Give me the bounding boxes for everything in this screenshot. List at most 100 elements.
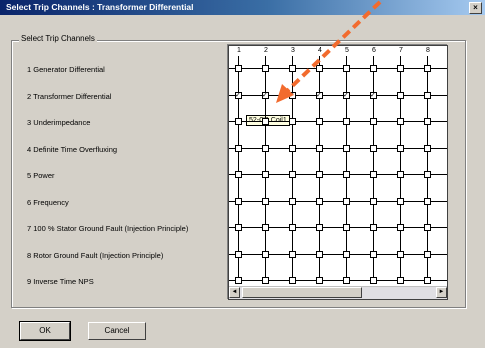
- trip-checkbox[interactable]: [370, 65, 377, 72]
- row-label: 5 Power: [27, 171, 55, 180]
- trip-checkbox[interactable]: [316, 250, 323, 258]
- trip-checkbox[interactable]: [235, 277, 242, 284]
- trip-checkbox[interactable]: [397, 144, 404, 152]
- horizontal-scrollbar[interactable]: ◄ ►: [229, 286, 447, 299]
- trip-checkbox[interactable]: [343, 91, 350, 99]
- trip-checkbox[interactable]: [262, 224, 269, 231]
- column-number: 7: [399, 47, 403, 54]
- trip-checkbox[interactable]: [343, 197, 350, 205]
- row-label: 8 Rotor Ground Fault (Injection Principl…: [27, 250, 164, 260]
- trip-checkbox[interactable]: [370, 118, 377, 125]
- trip-checkbox[interactable]: [316, 277, 323, 284]
- trip-checkbox[interactable]: [397, 118, 404, 125]
- row-label: 7 100 % Stator Ground Fault (Injection P…: [27, 224, 189, 233]
- trip-checkbox[interactable]: [424, 171, 431, 178]
- trip-checkbox[interactable]: [370, 171, 377, 178]
- scroll-left-icon[interactable]: ◄: [229, 287, 240, 298]
- trip-checkbox[interactable]: [316, 171, 323, 178]
- column-number: 3: [291, 47, 295, 54]
- row-label: 2 Transformer Differential: [27, 91, 112, 101]
- trip-matrix: 52-CB Coil1 ◄ ► 12345678: [228, 45, 448, 300]
- ok-button[interactable]: OK: [19, 321, 71, 341]
- trip-checkbox[interactable]: [262, 250, 269, 258]
- trip-checkbox[interactable]: [289, 118, 296, 125]
- title-bar: Select Trip Channels : Transformer Diffe…: [0, 0, 485, 15]
- trip-checkbox[interactable]: [235, 224, 242, 231]
- window-title: Select Trip Channels : Transformer Diffe…: [6, 2, 194, 12]
- trip-checkbox[interactable]: [397, 171, 404, 178]
- trip-checkbox[interactable]: [424, 144, 431, 152]
- column-number: 4: [318, 47, 322, 54]
- trip-checkbox[interactable]: [424, 65, 431, 72]
- trip-checkbox[interactable]: [424, 91, 431, 99]
- trip-checkbox[interactable]: [370, 250, 377, 258]
- scroll-thumb[interactable]: [242, 287, 362, 298]
- trip-checkbox[interactable]: [289, 65, 296, 72]
- trip-checkbox[interactable]: [262, 65, 269, 72]
- column-number: 8: [426, 47, 430, 54]
- trip-checkbox[interactable]: [235, 91, 242, 99]
- scroll-right-icon[interactable]: ►: [436, 287, 447, 298]
- trip-checkbox[interactable]: [316, 197, 323, 205]
- trip-checkbox[interactable]: [397, 224, 404, 231]
- row-label: 6 Frequency: [27, 197, 69, 207]
- trip-checkbox[interactable]: [235, 171, 242, 178]
- trip-checkbox[interactable]: [370, 91, 377, 99]
- trip-checkbox[interactable]: [397, 277, 404, 284]
- trip-checkbox[interactable]: [262, 171, 269, 178]
- cancel-button[interactable]: Cancel: [88, 322, 146, 340]
- trip-checkbox[interactable]: [289, 250, 296, 258]
- trip-checkbox[interactable]: [343, 118, 350, 125]
- trip-checkbox[interactable]: [370, 144, 377, 152]
- trip-checkbox[interactable]: [235, 250, 242, 258]
- trip-checkbox[interactable]: [343, 250, 350, 258]
- row-label: 4 Definite Time Overfluxing: [27, 144, 118, 154]
- trip-checkbox[interactable]: [262, 277, 269, 284]
- trip-checkbox[interactable]: [316, 91, 323, 99]
- trip-checkbox[interactable]: [235, 65, 242, 72]
- trip-checkbox[interactable]: [289, 197, 296, 205]
- trip-checkbox[interactable]: [397, 250, 404, 258]
- trip-checkbox[interactable]: [424, 250, 431, 258]
- column-number: 5: [345, 47, 349, 54]
- trip-checkbox[interactable]: [343, 65, 350, 72]
- trip-checkbox[interactable]: [370, 197, 377, 205]
- trip-checkbox[interactable]: [424, 277, 431, 284]
- trip-checkbox[interactable]: [235, 144, 242, 152]
- column-number: 2: [264, 47, 268, 54]
- trip-checkbox[interactable]: [370, 277, 377, 284]
- trip-checkbox[interactable]: [397, 65, 404, 72]
- trip-checkbox[interactable]: [424, 197, 431, 205]
- trip-checkbox[interactable]: [262, 91, 269, 99]
- column-number: 6: [372, 47, 376, 54]
- trip-checkbox[interactable]: [343, 224, 350, 231]
- trip-checkbox[interactable]: [316, 144, 323, 152]
- trip-checkbox[interactable]: [289, 171, 296, 178]
- trip-checkbox[interactable]: [370, 224, 377, 231]
- group-label: Select Trip Channels: [19, 34, 97, 43]
- trip-checkbox[interactable]: [289, 91, 296, 99]
- trip-checkbox[interactable]: [397, 197, 404, 205]
- trip-checkbox[interactable]: [316, 65, 323, 72]
- trip-checkbox[interactable]: [235, 118, 242, 125]
- trip-checkbox[interactable]: [262, 118, 269, 125]
- row-label: 9 Inverse Time NPS: [27, 277, 94, 286]
- trip-checkbox[interactable]: [289, 224, 296, 231]
- trip-checkbox[interactable]: [424, 118, 431, 125]
- trip-checkbox[interactable]: [289, 277, 296, 284]
- trip-checkbox[interactable]: [343, 144, 350, 152]
- trip-checkbox[interactable]: [397, 91, 404, 99]
- trip-checkbox[interactable]: [424, 224, 431, 231]
- trip-checkbox[interactable]: [316, 224, 323, 231]
- close-icon[interactable]: ×: [469, 2, 482, 14]
- column-number: 1: [237, 47, 241, 54]
- row-label: 3 Underimpedance: [27, 118, 91, 127]
- trip-checkbox[interactable]: [289, 144, 296, 152]
- row-label: 1 Generator Differential: [27, 65, 105, 74]
- trip-checkbox[interactable]: [235, 197, 242, 205]
- trip-checkbox[interactable]: [343, 277, 350, 284]
- trip-checkbox[interactable]: [262, 144, 269, 152]
- trip-checkbox[interactable]: [262, 197, 269, 205]
- trip-checkbox[interactable]: [316, 118, 323, 125]
- trip-checkbox[interactable]: [343, 171, 350, 178]
